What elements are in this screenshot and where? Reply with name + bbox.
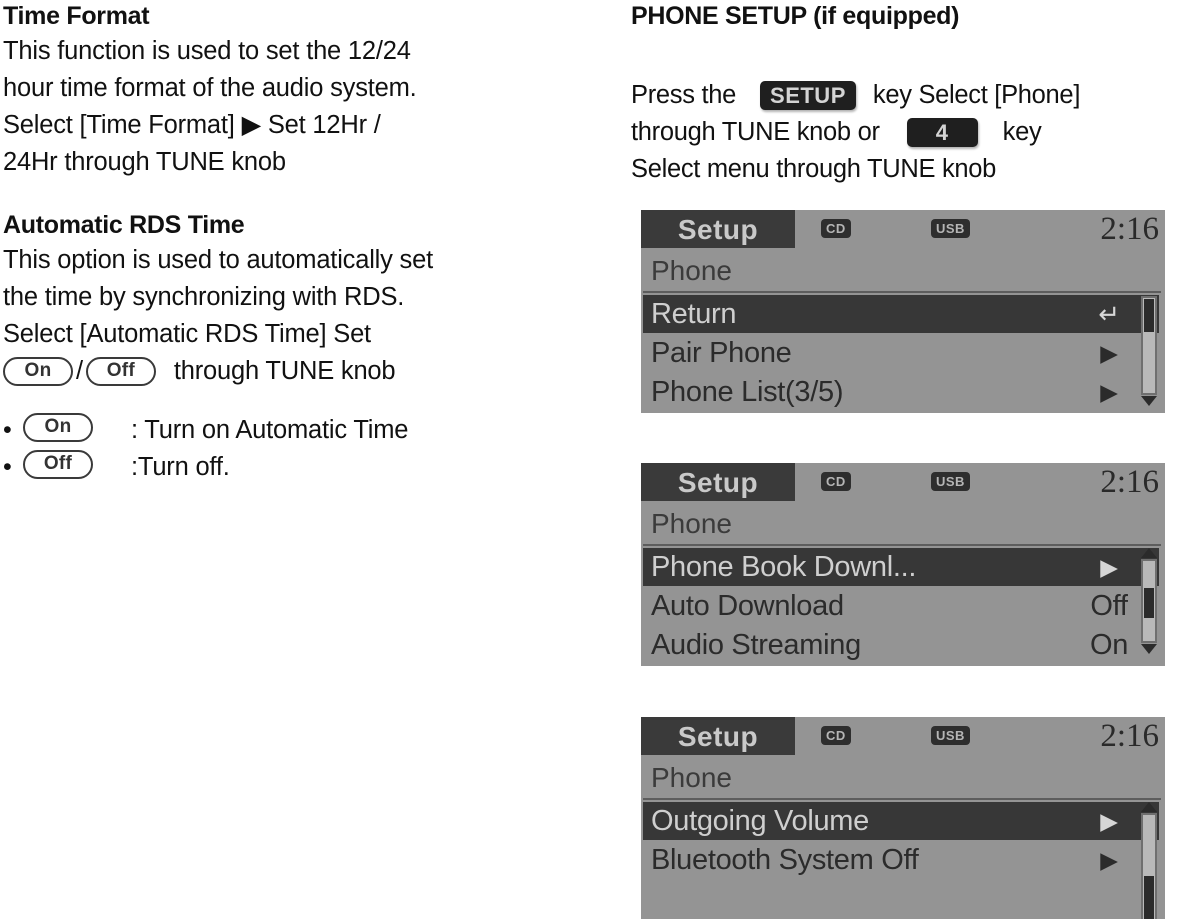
list-item: • On : Turn on Automatic Time (3, 412, 603, 449)
cd-indicator-icon: CD (821, 726, 851, 745)
lcd-menu-item-return[interactable]: Return ↵ (641, 295, 1165, 333)
body-line: hour time format of the audio system. (3, 74, 417, 102)
section-automatic-rds-time: Automatic RDS Time This option is used t… (3, 209, 603, 390)
scroll-down-arrow-icon[interactable] (1141, 396, 1157, 406)
bullet-description: : Turn on Automatic Time (131, 416, 409, 444)
bullet-dot-icon: • (3, 416, 12, 444)
scrollbar[interactable] (1139, 295, 1159, 410)
list-item: • Off :Turn off. (3, 449, 603, 486)
scrollbar[interactable] (1139, 802, 1159, 919)
body-line: This option is used to automatically set (3, 246, 433, 274)
right-text-column: PHONE SETUP (if equipped) Press the SETU… (631, 0, 1192, 188)
usb-indicator-icon: USB (931, 726, 970, 745)
scroll-up-arrow-icon[interactable] (1141, 802, 1157, 812)
lcd-screen-phone-menu-1: Setup CD USB 2:16 Phone Return ↵ Pair Ph… (641, 210, 1165, 413)
usb-indicator-icon: USB (931, 219, 970, 238)
instruction-line-2: through TUNE knob or 4 key (631, 114, 1192, 151)
setup-key-badge: SETUP (760, 81, 856, 110)
lcd-menu-item-label: Audio Streaming (651, 629, 861, 661)
body-line: Select [Time Format] ▶ Set 12Hr / (3, 111, 381, 139)
bullets-gap (3, 390, 603, 412)
scrollbar-track[interactable] (1141, 559, 1157, 643)
instruction-line-3: Select menu through TUNE knob (631, 151, 1192, 188)
lcd-menu-list: Phone Book Downl... ▶ Auto Download Off … (641, 546, 1165, 664)
pill-trailing-text: through TUNE knob (173, 357, 396, 385)
instruction-text: through TUNE knob or (631, 118, 880, 146)
instruction-text: key (1002, 118, 1042, 146)
lcd-menu-item-auto-download[interactable]: Auto Download Off (641, 587, 1165, 625)
lcd-screen-phone-menu-3: Setup CD USB 2:16 Phone Outgoing Volume … (641, 717, 1165, 919)
left-text-column: Time Format This function is used to set… (3, 0, 603, 486)
lcd-clock: 2:16 (1100, 211, 1159, 247)
lcd-menu-item-pair-phone[interactable]: Pair Phone ▶ (641, 334, 1165, 372)
lcd-menu-item-outgoing-volume[interactable]: Outgoing Volume ▶ (641, 802, 1165, 840)
on-pill: On (23, 413, 93, 442)
instruction-text: Press the (631, 81, 737, 109)
lcd-menu-item-empty (641, 880, 1165, 918)
lcd-menu-item-label: Phone List(3/5) (651, 376, 844, 408)
scrollbar[interactable] (1139, 548, 1159, 666)
lcd-menu-item-phone-list[interactable]: Phone List(3/5) ▶ (641, 373, 1165, 411)
cd-indicator-icon: CD (821, 219, 851, 238)
lcd-tab-setup: Setup (641, 210, 795, 248)
lcd-menu-item-label: Pair Phone (651, 337, 792, 369)
lcd-menu-list: Return ↵ Pair Phone ▶ Phone List(3/5) ▶ (641, 293, 1165, 411)
lcd-menu-item-label: Phone Book Downl... (643, 548, 1059, 586)
usb-indicator-icon: USB (931, 472, 970, 491)
section-heading-automatic-rds-time: Automatic RDS Time (3, 211, 245, 239)
lcd-subtitle-phone: Phone (643, 755, 1161, 800)
lcd-menu-item-audio-streaming[interactable]: Audio Streaming On (641, 626, 1165, 664)
lcd-menu-item-label: Outgoing Volume (643, 802, 1059, 840)
instruction-text: Select menu through TUNE knob (631, 155, 997, 183)
on-pill: On (3, 357, 73, 386)
number-4-key-badge: 4 (906, 118, 978, 147)
lcd-title-bar: Setup CD USB 2:16 (641, 717, 1165, 755)
section-time-format: Time Format This function is used to set… (3, 0, 603, 181)
lcd-menu-item-label (641, 880, 1059, 918)
lcd-menu-item-label: Auto Download (651, 590, 844, 622)
off-pill: Off (85, 357, 156, 386)
scroll-up-arrow-icon[interactable] (1141, 548, 1157, 558)
lcd-menu-item-label: Bluetooth System Off (651, 844, 919, 876)
lcd-tab-setup: Setup (641, 717, 795, 755)
lcd-screen-phone-menu-2: Setup CD USB 2:16 Phone Phone Book Downl… (641, 463, 1165, 666)
section-heading-time-format: Time Format (3, 2, 150, 30)
scrollbar-track[interactable] (1141, 296, 1157, 395)
instruction-text: key Select [Phone] (872, 81, 1081, 109)
bullet-pill-cell: Off (23, 449, 131, 486)
lcd-menu-item-label: Return (643, 295, 1059, 333)
body-line: 24Hr through TUNE knob (3, 148, 286, 176)
on-off-pill-line: On / Off through TUNE knob (3, 353, 603, 390)
scrollbar-thumb[interactable] (1144, 876, 1154, 919)
lcd-tab-setup: Setup (641, 463, 795, 501)
off-pill: Off (23, 450, 93, 479)
page-title: PHONE SETUP (if equipped) (631, 2, 960, 30)
bullet-dot-icon: • (3, 453, 12, 481)
lcd-subtitle-phone: Phone (643, 248, 1161, 293)
lcd-subtitle-phone: Phone (643, 501, 1161, 546)
bullet-pill-cell: On (23, 412, 131, 449)
body-line: This function is used to set the 12/24 (3, 37, 411, 65)
lcd-menu-item-bluetooth-system-off[interactable]: Bluetooth System Off ▶ (641, 841, 1165, 879)
scrollbar-track[interactable] (1141, 813, 1157, 919)
instruction-line-1: Press the SETUP key Select [Phone] (631, 77, 1192, 114)
heading-gap (631, 33, 1192, 77)
lcd-menu-list: Outgoing Volume ▶ Bluetooth System Off ▶ (641, 800, 1165, 919)
lcd-title-bar: Setup CD USB 2:16 (641, 210, 1165, 248)
scrollbar-thumb[interactable] (1144, 299, 1154, 332)
cd-indicator-icon: CD (821, 472, 851, 491)
lcd-clock: 2:16 (1100, 464, 1159, 500)
scroll-down-arrow-icon[interactable] (1141, 644, 1157, 654)
body-line: the time by synchronizing with RDS. (3, 283, 405, 311)
lcd-clock: 2:16 (1100, 718, 1159, 754)
pill-separator: / (76, 357, 83, 385)
body-line: Select [Automatic RDS Time] Set (3, 320, 371, 348)
scrollbar-thumb[interactable] (1144, 588, 1154, 618)
on-off-bullet-list: • On : Turn on Automatic Time • Off :Tur… (3, 412, 603, 486)
bullet-description: :Turn off. (131, 453, 230, 481)
lcd-title-bar: Setup CD USB 2:16 (641, 463, 1165, 501)
lcd-menu-item-phone-book-download[interactable]: Phone Book Downl... ▶ (641, 548, 1165, 586)
